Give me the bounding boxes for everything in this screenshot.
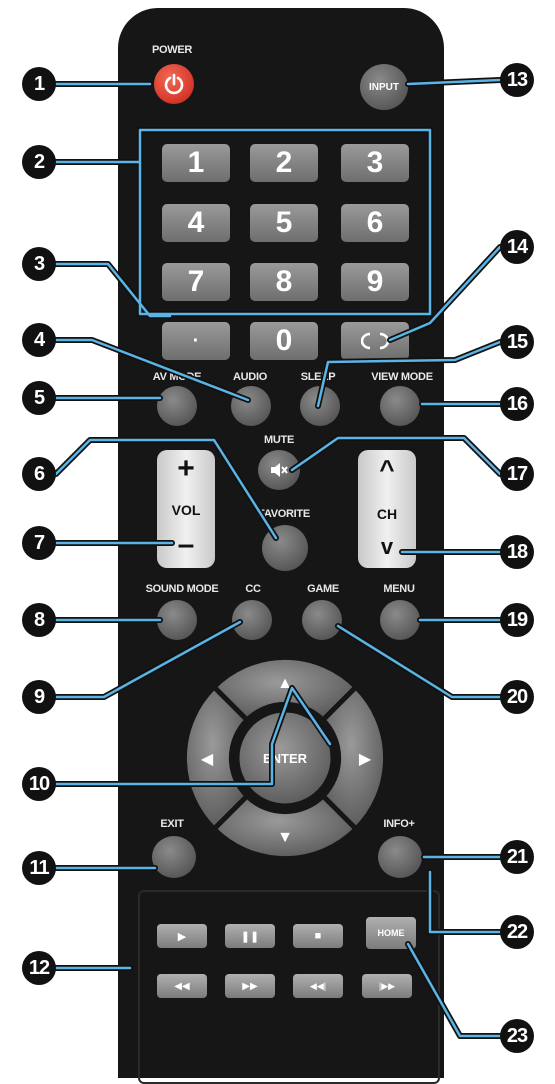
callout-13: 13 <box>500 63 534 97</box>
callout-19: 19 <box>500 603 534 637</box>
callout-5: 5 <box>22 381 56 415</box>
callout-12: 12 <box>22 951 56 985</box>
callout-17: 17 <box>500 457 534 491</box>
callout-10: 10 <box>22 767 56 801</box>
callout-16: 16 <box>500 387 534 421</box>
callout-9: 9 <box>22 680 56 714</box>
callout-21: 21 <box>500 840 534 874</box>
callout-3: 3 <box>22 247 56 281</box>
callout-8: 8 <box>22 603 56 637</box>
callout-1: 1 <box>22 67 56 101</box>
callout-2: 2 <box>22 145 56 179</box>
callout-18: 18 <box>500 535 534 569</box>
remote-diagram: POWER INPUT 1 2 3 4 5 6 7 8 9 · 0 AV MOD… <box>0 0 555 1084</box>
callout-lines <box>53 77 503 1039</box>
callout-7: 7 <box>22 526 56 560</box>
callout-11: 11 <box>22 851 56 885</box>
callout-22: 22 <box>500 915 534 949</box>
callout-6: 6 <box>22 457 56 491</box>
callout-20: 20 <box>500 680 534 714</box>
callout-15: 15 <box>500 325 534 359</box>
callout-14: 14 <box>500 230 534 264</box>
callout-23: 23 <box>500 1019 534 1053</box>
callout-4: 4 <box>22 323 56 357</box>
